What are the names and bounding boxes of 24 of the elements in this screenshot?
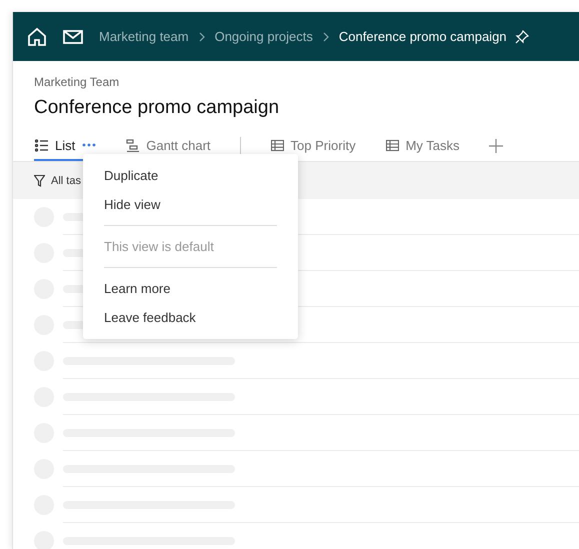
breadcrumb-item[interactable]: Ongoing projects — [214, 29, 313, 44]
menu-item[interactable]: Learn more — [83, 274, 298, 303]
gantt-icon — [126, 138, 140, 152]
table-icon — [386, 138, 399, 152]
menu-item[interactable]: Duplicate — [83, 161, 298, 190]
chevron-icon — [320, 32, 331, 42]
view-tab[interactable]: Gantt chart — [125, 131, 212, 161]
chevron-icon — [196, 32, 207, 42]
page-title: Conference promo campaign — [34, 97, 280, 119]
pin-icon[interactable] — [514, 30, 529, 44]
breadcrumb-item[interactable]: Marketing team — [99, 29, 189, 44]
more-icon[interactable] — [82, 143, 96, 147]
view-tab[interactable]: My Tasks — [384, 131, 461, 161]
breadcrumb-item[interactable]: Conference promo campaign — [338, 29, 507, 44]
home-icon[interactable] — [27, 26, 47, 46]
menu-item[interactable]: Leave feedback — [83, 303, 298, 332]
table-icon — [270, 138, 284, 152]
add-icon[interactable] — [488, 139, 503, 153]
filter-label[interactable]: All tas — [51, 174, 81, 186]
list-icon — [35, 138, 48, 152]
team-name: Marketing Team — [34, 75, 120, 89]
view-tab[interactable]: Top Priority — [270, 131, 357, 161]
menu-item[interactable]: Hide view — [83, 190, 298, 219]
filter-icon[interactable] — [34, 174, 45, 186]
